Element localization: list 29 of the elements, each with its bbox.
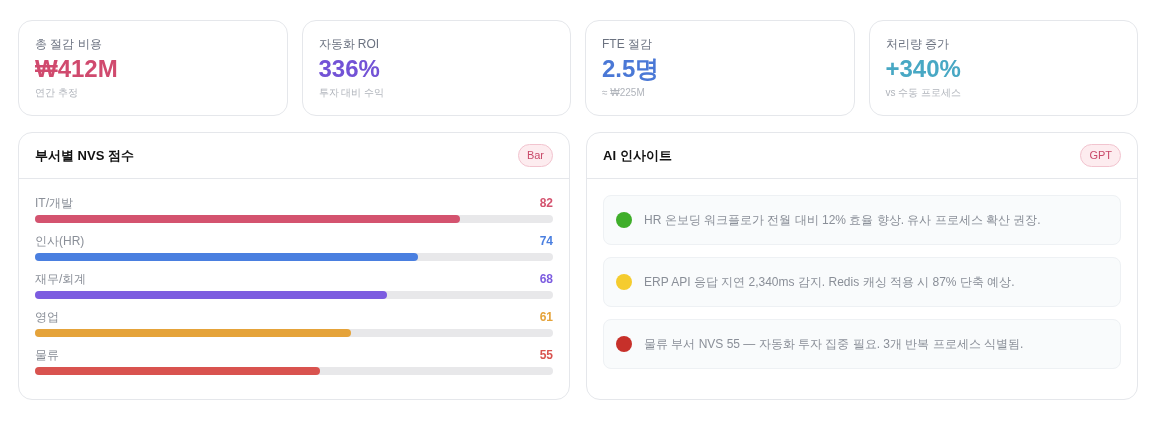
- tag-badge: Bar: [517, 144, 553, 167]
- score-value: 74: [539, 233, 553, 249]
- panel-title: 부서별 NVS 점수: [35, 146, 134, 165]
- tag-badge: GPT: [1080, 144, 1121, 167]
- score-value: 68: [539, 271, 553, 287]
- department-label: 물류: [35, 347, 59, 363]
- department-label: 영업: [35, 309, 59, 325]
- kpi-value: ₩412M: [35, 54, 119, 84]
- department-label: 인사(HR): [35, 233, 85, 249]
- kpi-value: 2.5명: [602, 54, 661, 84]
- insight-text: HR 온보딩 워크플로가 전월 대비 12% 효율 향상. 유사 프로세스 확산 권장.: [644, 212, 1041, 229]
- kpi-subtitle: 투자 대비 수익: [318, 86, 386, 100]
- score-value: 61: [539, 309, 553, 325]
- score-value: 82: [539, 195, 553, 211]
- score-value: 55: [539, 347, 553, 363]
- kpi-subtitle: 연간 추정: [35, 86, 79, 100]
- kpi-subtitle: ≈ ₩225M: [602, 86, 646, 100]
- department-label: IT/개발: [35, 195, 73, 211]
- kpi-subtitle: vs 수동 프로세스: [885, 86, 963, 100]
- kpi-value: +340%: [885, 54, 962, 84]
- panel-title: AI 인사이트: [603, 146, 672, 165]
- kpi-label: FTE 절감: [602, 36, 653, 53]
- insight-text: 물류 부서 NVS 55 — 자동화 투자 집중 필요. 3개 반복 프로세스 식별됨.: [644, 336, 1024, 353]
- department-label: 재무/회계: [35, 271, 87, 287]
- insight-text: ERP API 응답 지연 2,340ms 감지. Redis 캐싱 적용 시 87% 단축 예상.: [644, 274, 1015, 291]
- kpi-label: 처리량 증가: [885, 36, 950, 53]
- kpi-label: 자동화 ROI: [318, 36, 381, 53]
- kpi-value: 336%: [318, 54, 381, 84]
- kpi-label: 총 절감 비용: [35, 36, 103, 53]
